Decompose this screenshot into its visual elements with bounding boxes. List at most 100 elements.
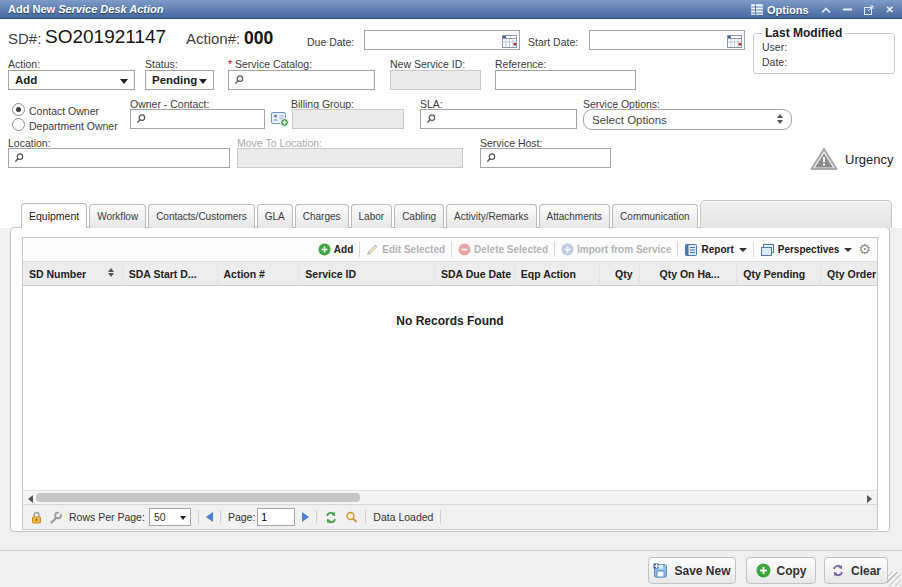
no-records-message: No Records Found — [23, 314, 877, 328]
billing-group-input — [292, 109, 404, 129]
calendar-icon[interactable] — [727, 34, 742, 52]
clear-refresh-icon — [831, 564, 845, 577]
column-header-qty-ordered[interactable]: Qty Order — [821, 262, 877, 286]
reference-label: Reference: — [495, 58, 546, 70]
department-owner-label: Department Owner — [29, 120, 118, 132]
add-icon — [318, 243, 331, 256]
delete-icon — [458, 243, 471, 256]
column-header-qty[interactable]: Qty — [600, 262, 640, 286]
options-button[interactable]: Options — [751, 4, 809, 16]
popout-icon[interactable] — [864, 5, 874, 15]
column-header-sd-number[interactable]: SD Number — [23, 262, 123, 286]
service-host-input[interactable] — [480, 148, 611, 168]
close-icon[interactable]: ✕ — [886, 0, 894, 19]
column-header-qty-pending[interactable]: Qty Pending — [737, 262, 821, 286]
column-header-eqp-action[interactable]: Eqp Action — [515, 262, 600, 286]
tab-gla[interactable]: GLA — [257, 204, 293, 228]
search-icon — [14, 153, 24, 163]
sd-number-label: SD#: — [8, 30, 41, 47]
page-label: Page: — [228, 511, 255, 523]
report-button[interactable]: Report — [684, 243, 746, 257]
new-service-id-input — [390, 70, 481, 90]
owner-contact-input[interactable] — [130, 109, 265, 129]
import-from-service-button[interactable]: Import from Service — [561, 243, 671, 256]
tab-workflow[interactable]: Workflow — [89, 204, 146, 228]
edit-selected-button[interactable]: Edit Selected — [366, 243, 445, 256]
last-modified-group: Last Modified User: Date: — [753, 26, 895, 74]
resize-grip[interactable] — [887, 572, 901, 586]
status-select[interactable]: Pending — [145, 70, 214, 90]
column-header-sda-start-date[interactable]: SDA Start D... — [123, 262, 218, 286]
reference-input[interactable] — [495, 70, 636, 90]
contact-owner-radio[interactable] — [12, 103, 25, 116]
grid-header-row: SD Number SDA Start D... Action # Servic… — [23, 262, 877, 286]
service-options-select[interactable]: Select Options — [583, 109, 792, 130]
department-owner-radio[interactable] — [12, 118, 25, 131]
start-date-input[interactable] — [589, 30, 745, 50]
perspectives-button[interactable]: Perspectives — [760, 243, 853, 257]
footer-bar: Save New Copy Clear — [0, 550, 902, 587]
tab-cabling[interactable]: Cabling — [394, 204, 444, 228]
copy-button[interactable]: Copy — [746, 557, 816, 584]
tab-strip: Equipment Workflow Contacts/Customers GL… — [21, 203, 892, 228]
tab-activity-remarks[interactable]: Activity/Remarks — [446, 204, 536, 228]
options-grid-icon — [751, 4, 763, 15]
column-header-sda-due-date[interactable]: SDA Due Date — [435, 262, 515, 286]
next-page-icon[interactable] — [302, 512, 309, 522]
refresh-icon[interactable] — [324, 511, 338, 524]
pager-search-icon[interactable] — [345, 511, 358, 524]
dropdown-caret-icon — [844, 248, 852, 252]
clear-button[interactable]: Clear — [824, 557, 888, 584]
previous-page-icon[interactable] — [206, 512, 213, 522]
service-catalog-label: * Service Catalog: — [228, 58, 312, 70]
wrench-icon[interactable] — [49, 511, 62, 524]
sort-icon[interactable] — [108, 268, 114, 277]
minimize-icon[interactable] — [843, 8, 852, 11]
scroll-left-icon[interactable] — [28, 495, 33, 503]
scroll-right-icon[interactable] — [867, 495, 872, 503]
rows-per-page-label: Rows Per Page: — [69, 511, 145, 523]
grid-settings-gear-icon[interactable]: ⚙ — [858, 243, 871, 256]
service-catalog-input[interactable] — [228, 70, 375, 90]
tab-equipment[interactable]: Equipment — [21, 203, 87, 228]
collapse-icon[interactable] — [821, 7, 831, 13]
perspectives-icon — [760, 243, 775, 257]
last-modified-date-label: Date: — [762, 55, 886, 70]
column-header-action-number[interactable]: Action # — [218, 262, 300, 286]
lock-icon[interactable] — [31, 511, 42, 524]
tab-communication[interactable]: Communication — [612, 204, 697, 228]
tab-labor[interactable]: Labor — [351, 204, 393, 228]
due-date-input[interactable] — [364, 30, 520, 50]
dropdown-caret-icon — [199, 79, 207, 84]
tab-charges[interactable]: Charges — [295, 204, 349, 228]
save-new-button[interactable]: Save New — [648, 557, 736, 584]
scrollbar-thumb[interactable] — [36, 493, 360, 502]
delete-selected-button[interactable]: Delete Selected — [458, 243, 548, 256]
calendar-icon[interactable] — [502, 34, 517, 52]
pager-status-text: Data Loaded — [373, 511, 433, 523]
titlebar: Add New Service Desk Action Options ✕ — [0, 0, 902, 19]
new-service-id-label: New Service ID: — [390, 58, 465, 70]
column-header-service-id[interactable]: Service ID — [299, 262, 435, 286]
grid-pager: Rows Per Page: 50 Page: Data Loaded — [23, 504, 877, 529]
tab-attachments[interactable]: Attachments — [539, 204, 611, 228]
search-icon — [136, 114, 146, 124]
dropdown-caret-icon — [120, 79, 128, 84]
urgency-warning-icon[interactable] — [810, 147, 838, 171]
column-header-qty-on-hand[interactable]: Qty On Ha... — [640, 262, 738, 286]
dropdown-caret-icon — [180, 516, 186, 520]
page-number-input[interactable] — [257, 508, 295, 526]
select-updown-icon — [777, 114, 783, 124]
sla-input[interactable] — [420, 109, 577, 129]
contact-owner-label: Contact Owner — [29, 105, 99, 117]
add-button[interactable]: Add — [318, 243, 353, 256]
horizontal-scrollbar[interactable] — [23, 490, 877, 504]
location-input[interactable] — [8, 148, 230, 168]
search-icon — [426, 114, 436, 124]
action-number-label: Action#: — [186, 30, 240, 47]
rows-per-page-select[interactable]: 50 — [149, 508, 191, 526]
add-contact-icon[interactable] — [271, 111, 289, 131]
action-select[interactable]: Add — [8, 70, 135, 90]
copy-add-icon — [756, 563, 771, 578]
tab-contacts-customers[interactable]: Contacts/Customers — [148, 204, 255, 228]
